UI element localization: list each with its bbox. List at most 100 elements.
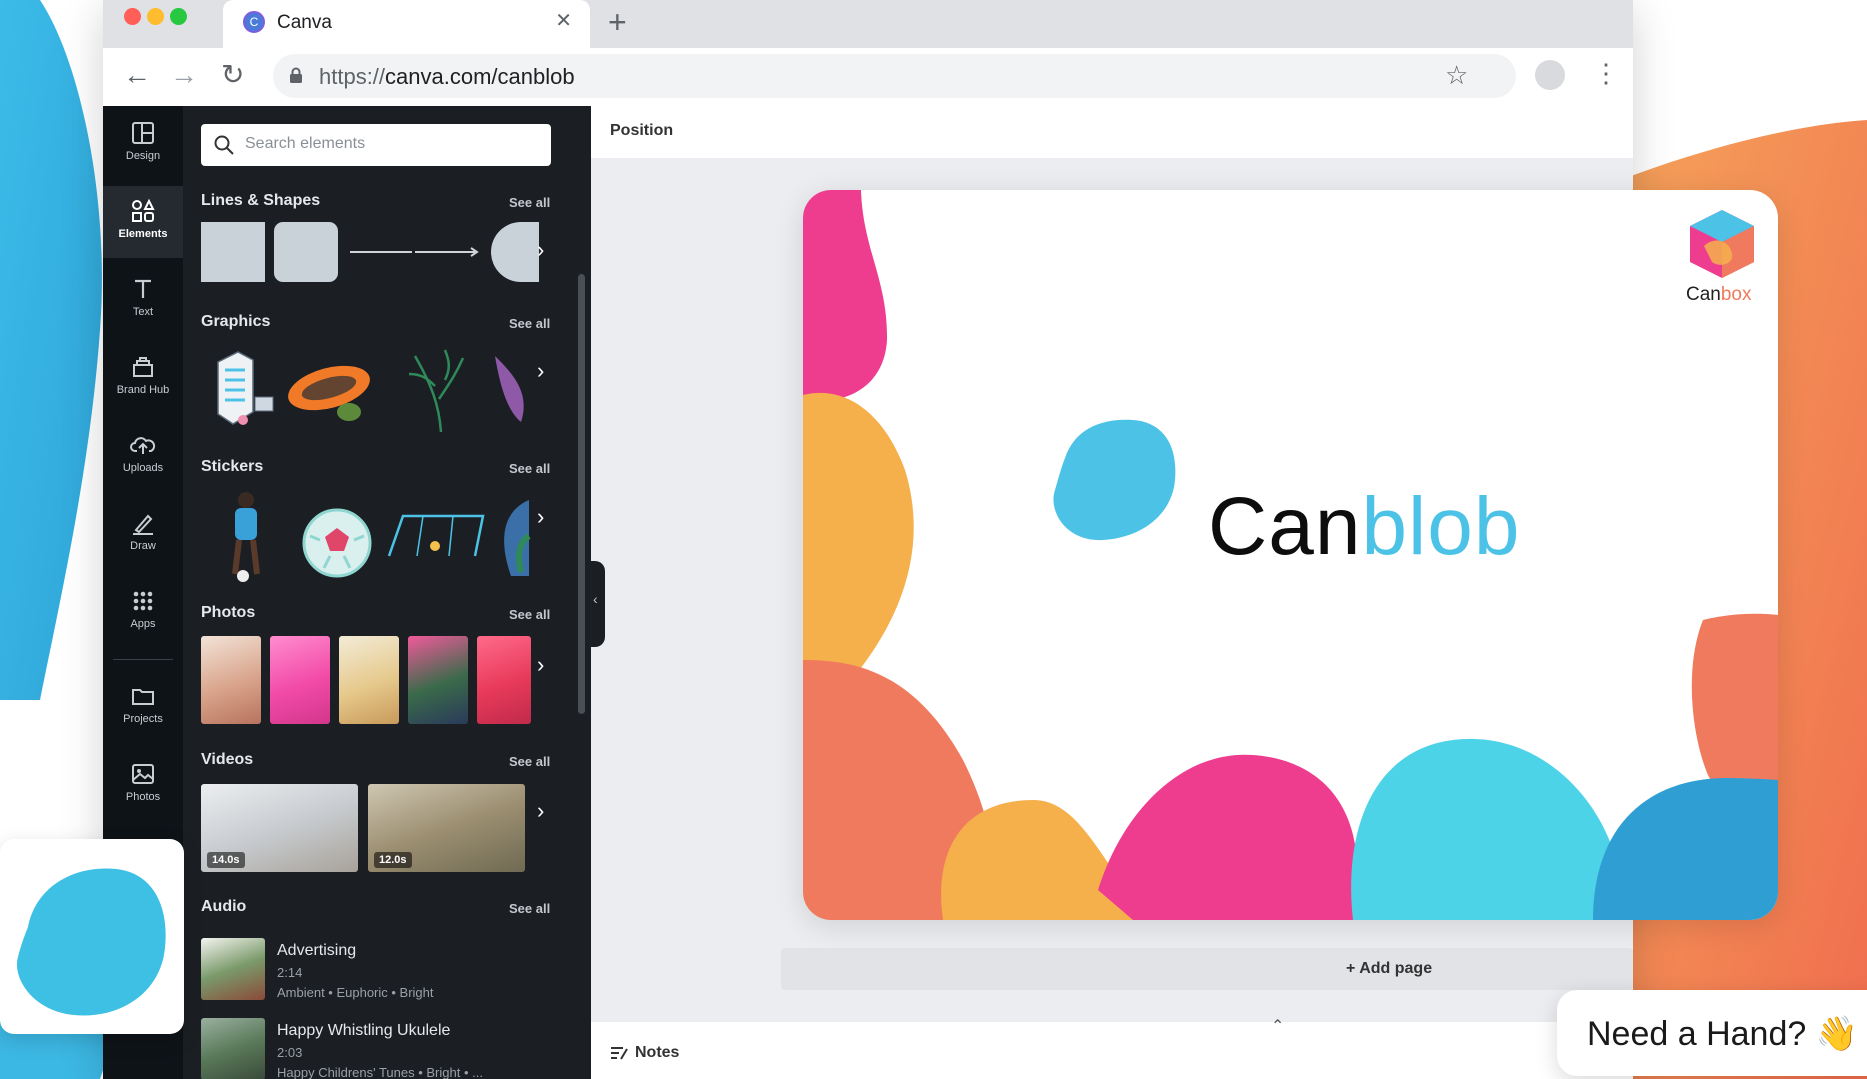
chevron-right-icon[interactable]: › [537, 652, 544, 678]
audio-tags: Happy Childrens' Tunes • Bright • ... [277, 1065, 483, 1079]
address-bar[interactable]: https://canva.com/canblob ☆ [273, 54, 1516, 98]
photo-thumbnail[interactable] [408, 636, 468, 724]
browser-toolbar: ← → ↻ https://canva.com/canblob ☆ ⋮ [103, 48, 1633, 108]
video-duration-badge: 12.0s [374, 852, 412, 868]
back-arrow-icon[interactable]: ← [123, 60, 151, 90]
profile-avatar[interactable] [1535, 60, 1565, 90]
layout-icon [132, 122, 154, 144]
canbox-logo-icon [1690, 210, 1754, 278]
cyan-blob-icon [16, 868, 166, 1016]
audio-title[interactable]: Advertising [277, 942, 356, 960]
elements-panel: Search elements Lines & Shapes See all ›… [183, 106, 591, 1079]
rail-item-uploads[interactable]: Uploads [103, 420, 183, 492]
photo-thumbnail[interactable] [339, 636, 399, 724]
minimize-window-button[interactable] [147, 8, 164, 25]
cloud-upload-icon [130, 437, 156, 454]
sticker-soccer-player[interactable] [221, 490, 271, 582]
rail-item-elements[interactable]: Elements [103, 186, 183, 258]
pen-icon [133, 514, 153, 535]
editor-top-strip: Position [591, 106, 1633, 158]
arrow-line-shape[interactable] [415, 244, 481, 260]
audio-title[interactable]: Happy Whistling Ukulele [277, 1022, 450, 1040]
see-all-lines-shapes-link[interactable]: See all [509, 195, 550, 210]
pink-blob-bottom [1098, 754, 1358, 920]
rail-item-apps[interactable]: Apps [103, 576, 183, 648]
search-placeholder: Search elements [245, 135, 366, 152]
panel-scrollbar[interactable] [578, 274, 585, 714]
tab-bar: C Canva ✕ + [103, 0, 1633, 48]
image-icon [132, 764, 154, 784]
notes-button[interactable]: Notes [635, 1044, 679, 1062]
rail-item-design[interactable]: Design [103, 108, 183, 180]
browser-tab-canva[interactable]: C Canva ✕ [223, 0, 590, 48]
audio-thumbnail[interactable] [201, 938, 265, 1000]
position-button[interactable]: Position [610, 122, 673, 140]
video-thumbnail[interactable]: 14.0s [201, 784, 358, 872]
see-all-stickers-link[interactable]: See all [509, 461, 550, 476]
rail-label: Uploads [122, 462, 164, 474]
sticker-soccer-goal[interactable] [383, 510, 487, 560]
graphic-papaya-illustration[interactable] [283, 356, 379, 426]
audio-tags: Ambient • Euphoric • Bright [277, 985, 434, 1000]
url-text[interactable]: https://canva.com/canblob [319, 64, 575, 90]
line-shape[interactable] [350, 251, 412, 253]
video-duration-badge: 14.0s [207, 852, 245, 868]
search-input[interactable]: Search elements [201, 124, 551, 166]
rail-label: Apps [130, 618, 156, 630]
cyan-logo-blob [1053, 419, 1176, 541]
add-page-label: + Add page [1346, 960, 1433, 977]
section-title-videos: Videos [201, 751, 254, 768]
forward-arrow-icon[interactable]: → [170, 60, 198, 90]
close-window-button[interactable] [124, 8, 141, 25]
audio-thumbnail[interactable] [201, 1018, 265, 1079]
photo-thumbnail[interactable] [477, 636, 531, 724]
bookmark-star-icon[interactable]: ☆ [1445, 60, 1468, 91]
see-all-videos-link[interactable]: See all [509, 754, 550, 769]
rail-label: Design [125, 150, 161, 162]
audio-duration: 2:03 [277, 1045, 303, 1060]
reload-icon[interactable]: ↻ [221, 60, 244, 90]
rail-label: Brand Hub [116, 384, 170, 396]
graphic-building-illustration[interactable] [203, 342, 283, 432]
grid-icon [133, 591, 153, 611]
folder-icon [132, 689, 154, 705]
chevron-right-icon[interactable]: › [537, 798, 544, 824]
chevron-right-icon[interactable]: › [537, 358, 544, 384]
rail-item-photos[interactable]: Photos [103, 749, 183, 821]
sticker-globe[interactable] [491, 496, 531, 580]
video-thumbnail[interactable]: 12.0s [368, 784, 525, 872]
need-help-card[interactable]: Need a Hand? 👋 [1557, 990, 1867, 1076]
see-all-photos-link[interactable]: See all [509, 607, 550, 622]
graphic-leaf-illustration[interactable] [491, 352, 531, 432]
rail-item-text[interactable]: Text [103, 264, 183, 336]
collapse-panel-handle[interactable]: ‹ [591, 561, 605, 647]
chevron-right-icon[interactable]: › [537, 237, 544, 263]
new-tab-button[interactable]: + [608, 4, 627, 40]
rounded-square-shape[interactable] [274, 222, 338, 282]
chevron-right-icon[interactable]: › [537, 504, 544, 530]
square-shape[interactable] [201, 222, 265, 282]
text-icon [135, 279, 151, 298]
rail-item-projects[interactable]: Projects [103, 671, 183, 743]
canblob-wordmark: Canblob [1208, 481, 1521, 572]
notes-bar: ⌃ Notes [591, 1018, 1633, 1079]
rail-item-draw[interactable]: Draw [103, 498, 183, 570]
maximize-window-button[interactable] [170, 8, 187, 25]
section-title-audio: Audio [201, 898, 247, 915]
section-title-stickers: Stickers [201, 458, 264, 475]
rail-item-brand-hub[interactable]: Brand Hub [103, 342, 183, 414]
photo-thumbnail[interactable] [201, 636, 261, 724]
need-help-text: Need a Hand? 👋 [1587, 1015, 1859, 1053]
sticker-soccer-ball[interactable] [300, 506, 374, 580]
kebab-menu-icon[interactable]: ⋮ [1593, 56, 1619, 90]
add-page-button[interactable]: + Add page [781, 948, 1633, 990]
rail-label: Text [132, 306, 154, 318]
see-all-graphics-link[interactable]: See all [509, 316, 550, 331]
circle-shape[interactable] [491, 222, 539, 282]
search-icon [214, 135, 234, 155]
chevron-up-icon[interactable]: ⌃ [1271, 1016, 1284, 1036]
see-all-audio-link[interactable]: See all [509, 901, 550, 916]
graphic-plant-illustration[interactable] [401, 344, 475, 434]
close-tab-icon[interactable]: ✕ [555, 8, 572, 33]
photo-thumbnail[interactable] [270, 636, 330, 724]
